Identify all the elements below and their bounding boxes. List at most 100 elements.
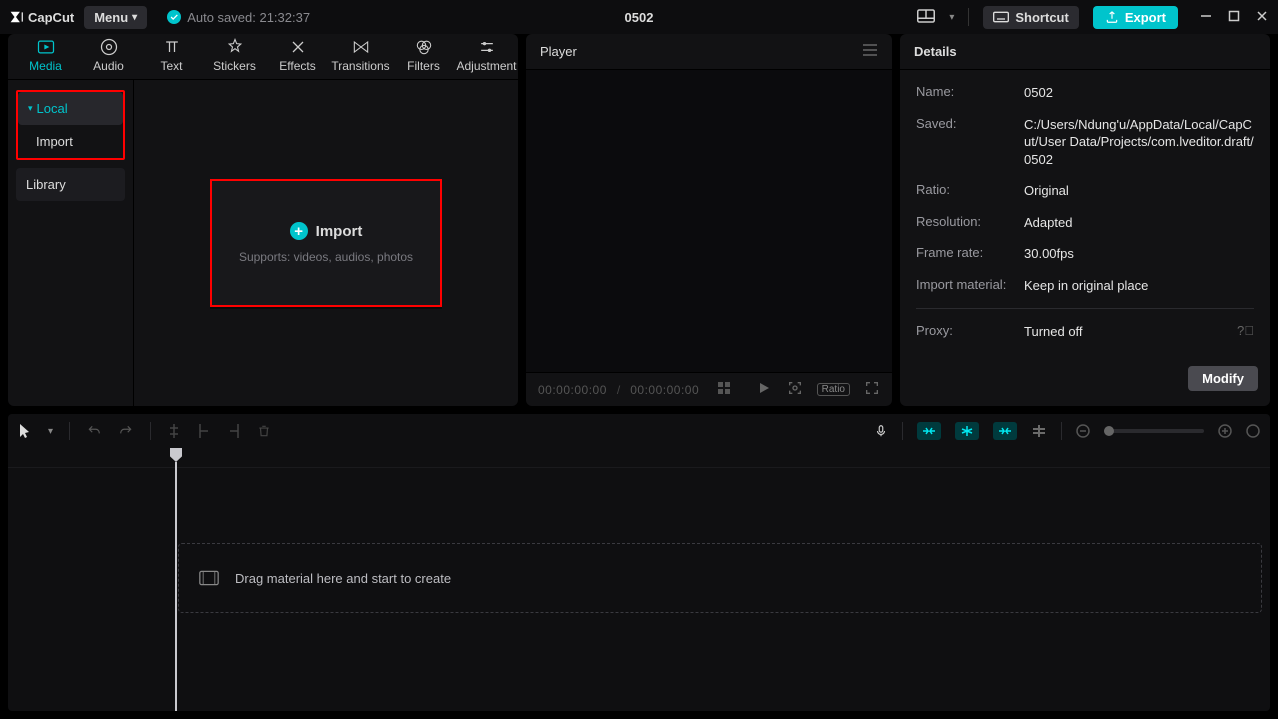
app-logo: CapCut (10, 10, 74, 25)
playhead-line (175, 462, 177, 711)
sidebar-item-local[interactable]: ▾ Local (18, 92, 123, 125)
detail-val-name: 0502 (1024, 84, 1254, 102)
timeline-drop-hint[interactable]: Drag material here and start to create (178, 543, 1262, 613)
zoom-in-button[interactable] (1218, 424, 1232, 438)
tab-audio[interactable]: Audio (77, 33, 140, 79)
trim-right-tool[interactable] (227, 423, 241, 439)
detail-key-import: Import material: (916, 277, 1024, 292)
tab-filters[interactable]: Filters (392, 33, 455, 79)
media-sidebar: ▾ Local Import Library (8, 80, 134, 406)
divider (69, 422, 70, 440)
player-controls: 00:00:00:00 / 00:00:00:00 Ratio (526, 372, 892, 406)
chevron-down-icon: ▾ (132, 12, 137, 23)
detail-val-import: Keep in original place (1024, 277, 1254, 295)
timeline-toolbar: ▾ (8, 414, 1270, 448)
tab-transitions[interactable]: Transitions (329, 33, 392, 79)
redo-button[interactable] (118, 424, 134, 438)
minimize-button[interactable] (1200, 10, 1212, 25)
drop-hint-text: Drag material here and start to create (235, 571, 451, 586)
close-button[interactable] (1256, 10, 1268, 25)
playhead-handle[interactable] (170, 448, 182, 462)
player-title: Player (540, 44, 577, 59)
aspect-ratio-button[interactable]: Ratio (817, 383, 850, 396)
detail-key-proxy: Proxy: (916, 323, 1024, 338)
autosave-status: Auto saved: 21:32:37 (167, 10, 310, 25)
timeline[interactable]: Drag material here and start to create (8, 448, 1270, 711)
sidebar-item-library[interactable]: Library (16, 168, 125, 201)
divider (1061, 422, 1062, 440)
player-menu-icon[interactable] (862, 44, 878, 59)
fullscreen-icon[interactable] (864, 380, 880, 399)
detail-val-framerate: 30.00fps (1024, 245, 1254, 263)
export-icon (1105, 10, 1119, 24)
grid-icon[interactable] (717, 381, 731, 398)
align-tool[interactable] (1031, 424, 1047, 438)
maximize-button[interactable] (1228, 10, 1240, 25)
sidebar-item-import[interactable]: Import (18, 125, 123, 158)
titlebar: CapCut Menu ▾ Auto saved: 21:32:37 0502 … (0, 0, 1278, 34)
tool-tabs: Media Audio Text Stickers Effects Transi… (8, 34, 518, 80)
timecode-separator: / (617, 383, 620, 397)
triangle-down-icon: ▾ (28, 103, 33, 114)
timecode-total: 00:00:00:00 (630, 383, 699, 397)
filters-icon (414, 37, 434, 57)
undo-button[interactable] (86, 424, 102, 438)
modify-button[interactable]: Modify (1188, 366, 1258, 391)
export-button[interactable]: Export (1093, 6, 1178, 29)
scan-icon[interactable] (787, 380, 803, 399)
details-title: Details (900, 34, 1270, 70)
shortcut-label: Shortcut (1015, 10, 1068, 25)
player-viewport[interactable] (526, 70, 892, 372)
tab-effects[interactable]: Effects (266, 33, 329, 79)
export-label: Export (1125, 10, 1166, 25)
effects-icon (288, 37, 308, 57)
tab-media[interactable]: Media (14, 33, 77, 79)
zoom-slider-thumb[interactable] (1104, 426, 1114, 436)
import-title: Import (316, 223, 363, 240)
divider (902, 422, 903, 440)
menu-button[interactable]: Menu ▾ (84, 6, 147, 29)
help-icon[interactable]: ?⃝ (1237, 323, 1254, 338)
detail-key-name: Name: (916, 84, 1024, 99)
snap-toggle-1[interactable] (917, 422, 941, 440)
zoom-out-button[interactable] (1076, 424, 1090, 438)
shortcut-button[interactable]: Shortcut (983, 6, 1078, 29)
film-icon (199, 570, 219, 586)
check-icon (167, 10, 181, 24)
trim-left-tool[interactable] (197, 423, 211, 439)
import-subtitle: Supports: videos, audios, photos (239, 250, 413, 264)
detail-key-ratio: Ratio: (916, 182, 1024, 197)
detail-val-proxy: Turned off (1024, 323, 1237, 341)
capcut-logo-icon (10, 10, 24, 24)
microphone-button[interactable] (874, 422, 888, 440)
plus-icon: + (290, 222, 308, 240)
split-tool[interactable] (167, 423, 181, 439)
play-button[interactable] (757, 381, 771, 398)
divider (150, 422, 151, 440)
import-dropzone[interactable]: + Import Supports: videos, audios, photo… (210, 179, 442, 307)
snap-toggle-3[interactable] (993, 422, 1017, 440)
sidebar-local-group: ▾ Local Import (16, 90, 125, 160)
text-icon (162, 37, 182, 57)
zoom-fit-button[interactable] (1246, 424, 1260, 438)
detail-val-resolution: Adapted (1024, 214, 1254, 232)
app-name: CapCut (28, 10, 74, 25)
detail-val-ratio: Original (1024, 182, 1254, 200)
stickers-icon (225, 37, 245, 57)
layout-icon[interactable] (917, 9, 935, 26)
delete-tool[interactable] (257, 423, 271, 439)
pointer-dropdown-icon[interactable]: ▾ (48, 426, 53, 437)
transitions-icon (351, 37, 371, 57)
pointer-tool[interactable] (18, 423, 32, 439)
tab-adjustment[interactable]: Adjustment (455, 33, 518, 79)
menu-label: Menu (94, 10, 128, 25)
tab-text[interactable]: Text (140, 33, 203, 79)
detail-key-saved: Saved: (916, 116, 1024, 131)
import-area: + Import Supports: videos, audios, photo… (134, 80, 518, 406)
snap-toggle-2[interactable] (955, 422, 979, 440)
timeline-ruler[interactable] (8, 448, 1270, 468)
audio-icon (99, 37, 119, 57)
tab-stickers[interactable]: Stickers (203, 33, 266, 79)
chevron-down-icon[interactable]: ▾ (949, 12, 954, 23)
zoom-slider[interactable] (1104, 429, 1204, 433)
